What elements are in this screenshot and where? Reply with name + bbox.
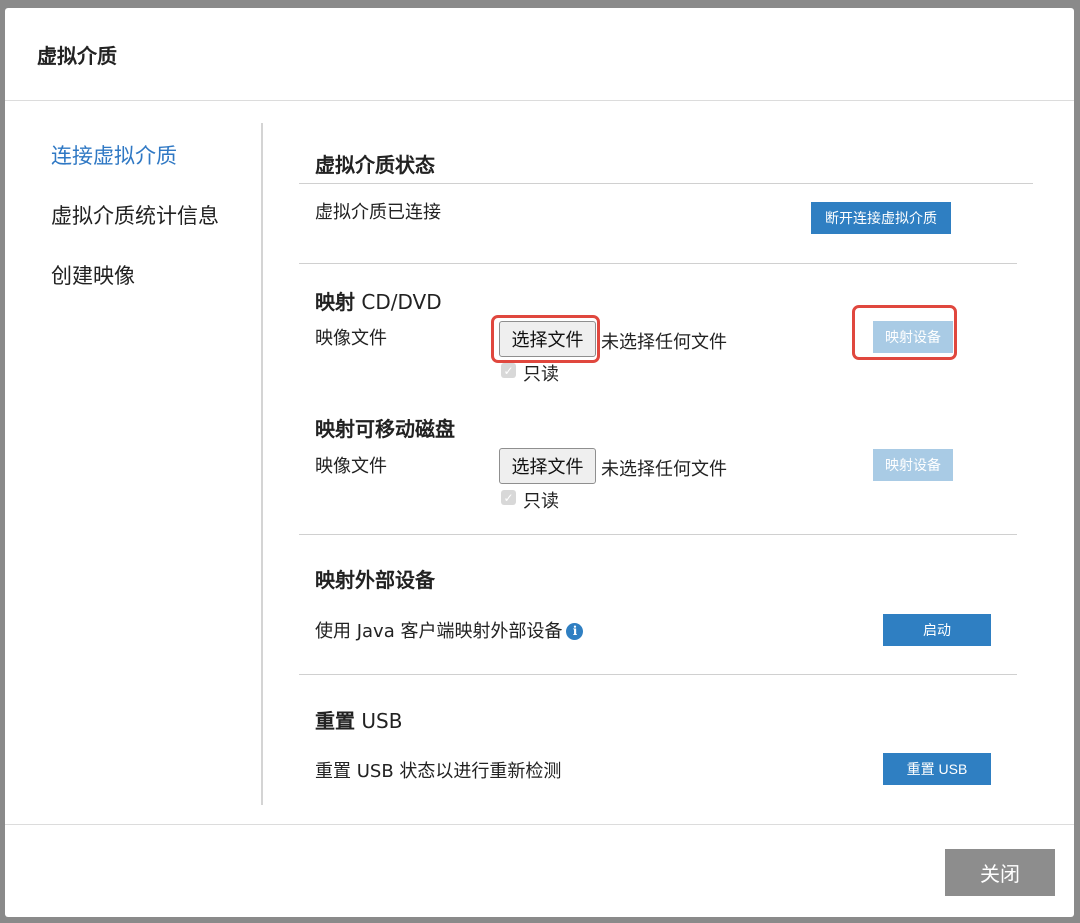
- section-divider: [299, 263, 1017, 264]
- removable-choose-file-button[interactable]: 选择文件: [499, 448, 596, 484]
- info-icon[interactable]: i: [566, 622, 584, 640]
- usb-title-rest: USB: [355, 709, 403, 733]
- sidebar-item-connect-virtual-media[interactable]: 连接虚拟介质: [51, 140, 177, 170]
- removable-readonly-label: 只读: [523, 491, 559, 512]
- cd-dvd-choose-file-button[interactable]: 选择文件: [499, 321, 596, 357]
- virtual-media-dialog: 虚拟介质 连接虚拟介质 虚拟介质统计信息 创建映像 虚拟介质状态 虚拟介质已连接…: [5, 8, 1074, 917]
- sidebar-item-create-image[interactable]: 创建映像: [51, 260, 135, 290]
- removable-map-device-button[interactable]: 映射设备: [873, 449, 953, 481]
- status-text: 虚拟介质已连接: [315, 202, 441, 223]
- usb-title-bold: 重置: [315, 709, 355, 733]
- reset-usb-button[interactable]: 重置 USB: [883, 753, 991, 785]
- dialog-title: 虚拟介质: [37, 44, 117, 68]
- cd-dvd-image-label: 映像文件: [315, 328, 387, 349]
- cd-dvd-title-rest: CD/DVD: [355, 290, 442, 314]
- dialog-header: 虚拟介质: [5, 8, 1074, 101]
- footer-divider: [5, 824, 1074, 825]
- usb-reset-text: 重置 USB 状态以进行重新检测: [315, 761, 562, 782]
- removable-image-label: 映像文件: [315, 456, 387, 477]
- status-divider: [299, 183, 1033, 184]
- cd-dvd-readonly-checkbox[interactable]: ✓: [501, 363, 516, 378]
- section-divider: [299, 674, 1017, 675]
- removable-readonly-checkbox[interactable]: ✓: [501, 490, 516, 505]
- external-section-title: 映射外部设备: [315, 568, 435, 592]
- cd-dvd-readonly-label: 只读: [523, 364, 559, 385]
- cd-dvd-no-file-text: 未选择任何文件: [601, 332, 727, 353]
- cd-dvd-title-bold: 映射: [315, 290, 355, 314]
- cd-dvd-section-title: 映射 CD/DVD: [315, 286, 442, 315]
- sidebar-item-virtual-media-stats[interactable]: 虚拟介质统计信息: [51, 200, 219, 230]
- sidebar-divider: [261, 123, 263, 805]
- cd-dvd-map-device-button[interactable]: 映射设备: [873, 321, 953, 353]
- external-text-row: 使用 Java 客户端映射外部设备 i: [315, 617, 584, 643]
- status-section-title: 虚拟介质状态: [315, 153, 435, 177]
- removable-no-file-text: 未选择任何文件: [601, 459, 727, 480]
- disconnect-button[interactable]: 断开连接虚拟介质: [811, 202, 951, 234]
- external-text: 使用 Java 客户端映射外部设备: [315, 621, 563, 642]
- start-java-client-button[interactable]: 启动: [883, 614, 991, 646]
- removable-section-title: 映射可移动磁盘: [315, 417, 455, 441]
- section-divider: [299, 534, 1017, 535]
- usb-section-title: 重置 USB: [315, 705, 402, 734]
- close-button[interactable]: 关闭: [945, 849, 1055, 896]
